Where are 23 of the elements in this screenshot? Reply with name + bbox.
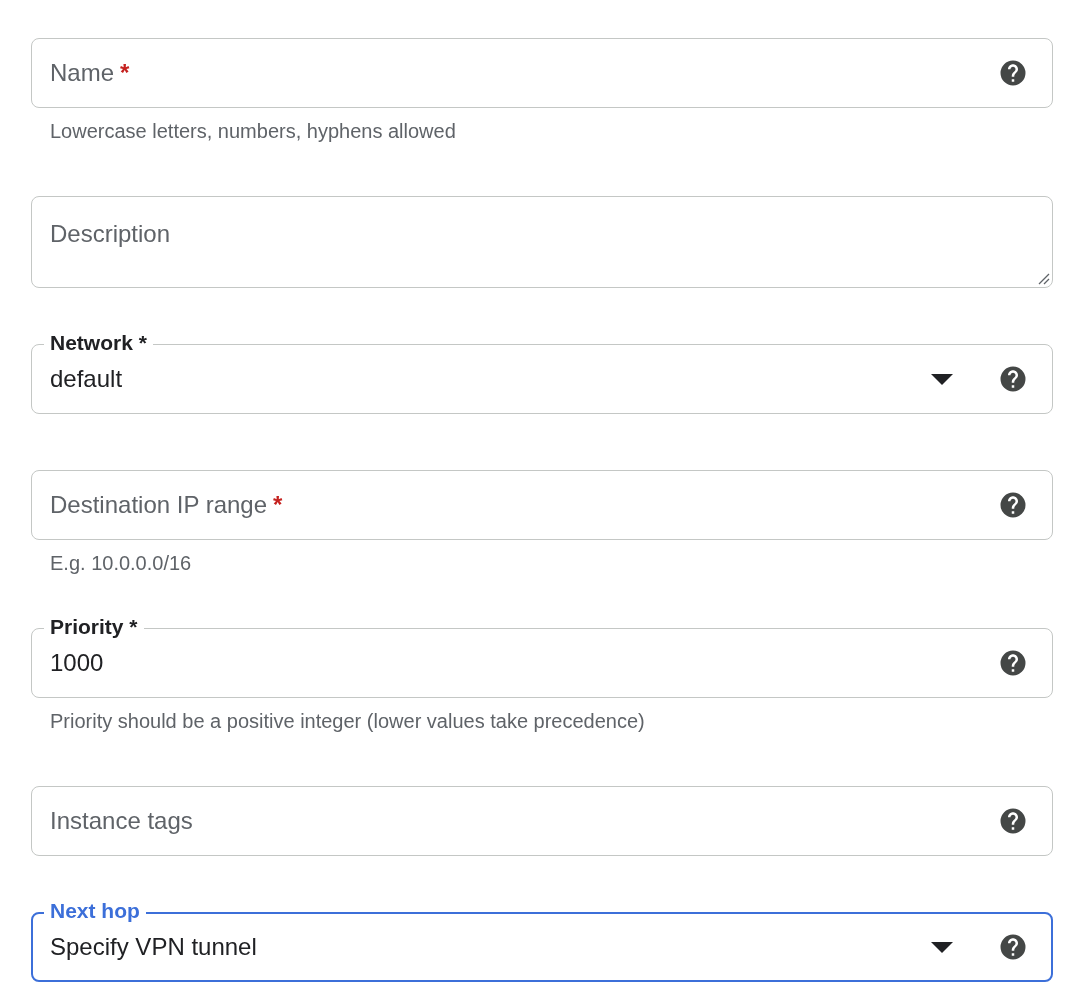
help-icon[interactable] [998,932,1028,962]
field-label: Description [50,219,172,249]
field-label: Name * [50,58,131,88]
help-icon[interactable] [998,806,1028,836]
field-value: Specify VPN tunnel [50,932,258,962]
field-value: default [50,364,124,394]
field-label: Instance tags [50,806,194,836]
help-icon[interactable] [998,490,1028,520]
help-icon[interactable] [998,364,1028,394]
helper-text: Priority should be a positive integer (lower values take precedence) [50,709,646,734]
field-label: Destination IP range * [50,490,284,520]
helper-text: E.g. 10.0.0.0/16 [50,551,193,576]
help-icon[interactable] [998,648,1028,678]
input-field[interactable]: Destination IP range * [31,470,1053,540]
field-value: 1000 [50,648,105,678]
help-icon[interactable] [998,58,1028,88]
dropdown-caret-icon[interactable] [931,941,953,953]
input-field[interactable]: Instance tags [31,786,1053,856]
helper-text: Lowercase letters, numbers, hyphens allowed [50,119,457,144]
dropdown-caret-icon[interactable] [931,373,953,385]
resize-handle-icon[interactable] [1036,271,1050,285]
textarea-field[interactable]: Description [31,196,1053,288]
input-field[interactable]: Name * [31,38,1053,108]
